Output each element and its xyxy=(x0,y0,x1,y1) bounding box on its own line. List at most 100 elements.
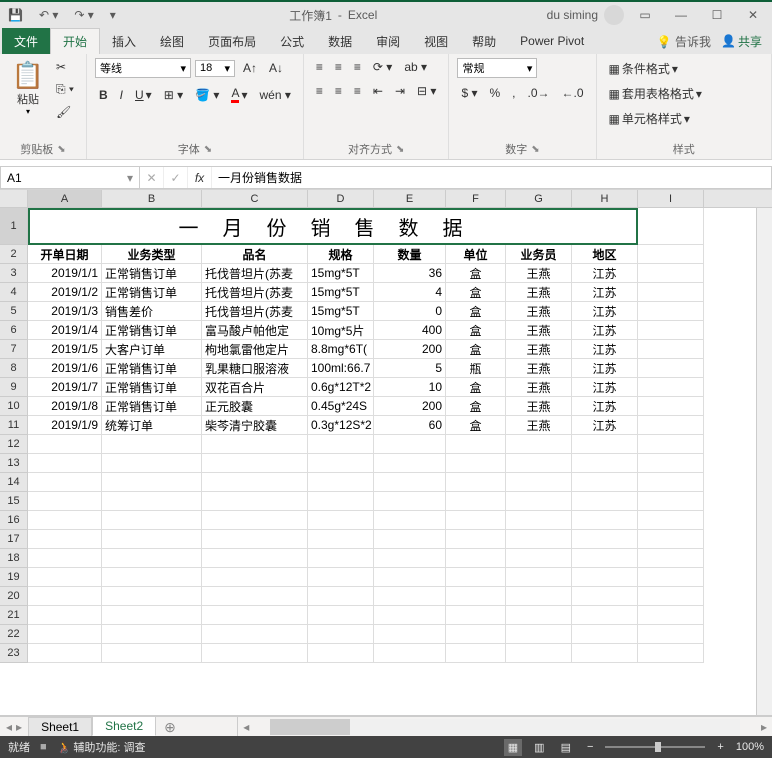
cell[interactable] xyxy=(308,511,374,530)
cell[interactable] xyxy=(506,473,572,492)
cell[interactable] xyxy=(638,378,704,397)
tab-data[interactable]: 数据 xyxy=(316,28,364,54)
number-launcher[interactable]: ⬊ xyxy=(531,144,539,155)
cell[interactable] xyxy=(572,473,638,492)
vertical-scrollbar[interactable] xyxy=(756,208,772,715)
column-header-E[interactable]: E xyxy=(374,190,446,207)
cell[interactable] xyxy=(202,492,308,511)
cell[interactable]: 江苏 xyxy=(572,378,638,397)
row-header-17[interactable]: 17 xyxy=(0,530,28,549)
zoom-level[interactable]: 100% xyxy=(736,741,764,753)
cell[interactable] xyxy=(308,492,374,511)
cell[interactable] xyxy=(202,435,308,454)
decrease-indent-button[interactable]: ⇤ xyxy=(369,82,387,100)
cell[interactable] xyxy=(308,549,374,568)
cell[interactable] xyxy=(102,568,202,587)
cell[interactable] xyxy=(102,492,202,511)
cell[interactable] xyxy=(202,587,308,606)
cell[interactable]: 2019/1/8 xyxy=(28,397,102,416)
name-box[interactable]: A1▾ xyxy=(0,166,140,189)
comma-button[interactable]: , xyxy=(508,84,519,102)
cell[interactable]: 枸地氯雷他定片 xyxy=(202,340,308,359)
increase-decimal-button[interactable]: .0→ xyxy=(524,84,554,102)
cell[interactable]: 托伐普坦片(苏麦 xyxy=(202,283,308,302)
accessibility-button[interactable]: 🧑‍🦽 辅助功能: 调查 xyxy=(57,739,146,755)
cell[interactable]: 2019/1/2 xyxy=(28,283,102,302)
tab-draw[interactable]: 绘图 xyxy=(148,28,196,54)
cell[interactable] xyxy=(506,454,572,473)
cell[interactable] xyxy=(446,435,506,454)
cell[interactable]: 柴芩清宁胶囊 xyxy=(202,416,308,435)
cell[interactable]: 正元胶囊 xyxy=(202,397,308,416)
close-button[interactable]: ✕ xyxy=(738,5,768,25)
cell[interactable] xyxy=(28,644,102,663)
cell[interactable]: 开单日期 xyxy=(28,245,102,264)
cell[interactable]: 15mg*5T xyxy=(308,283,374,302)
row-header-5[interactable]: 5 xyxy=(0,302,28,321)
clipboard-launcher[interactable]: ⬊ xyxy=(57,144,65,155)
cell[interactable]: 一月份销售数据 xyxy=(28,208,638,245)
horizontal-scrollbar[interactable]: ◂ ▸ xyxy=(237,717,772,736)
cut-button[interactable]: ✂ xyxy=(52,58,78,76)
minimize-button[interactable]: — xyxy=(666,5,696,25)
column-header-F[interactable]: F xyxy=(446,190,506,207)
cell[interactable]: 2019/1/6 xyxy=(28,359,102,378)
tab-file[interactable]: 文件 xyxy=(2,28,50,54)
user-avatar[interactable] xyxy=(604,5,624,25)
cell[interactable]: 正常销售订单 xyxy=(102,321,202,340)
undo-button[interactable]: ↶ ▾ xyxy=(35,6,62,24)
tab-review[interactable]: 审阅 xyxy=(364,28,412,54)
row-header-16[interactable]: 16 xyxy=(0,511,28,530)
decrease-font-button[interactable]: A↓ xyxy=(265,59,287,77)
cell[interactable]: 业务员 xyxy=(506,245,572,264)
cell[interactable]: 王燕 xyxy=(506,397,572,416)
cell[interactable] xyxy=(638,454,704,473)
ribbon-display-button[interactable]: ▭ xyxy=(630,5,660,25)
cell[interactable] xyxy=(638,530,704,549)
cell[interactable]: 江苏 xyxy=(572,302,638,321)
cell[interactable]: 数量 xyxy=(374,245,446,264)
cell[interactable]: 江苏 xyxy=(572,416,638,435)
cell[interactable] xyxy=(638,492,704,511)
cell[interactable] xyxy=(28,435,102,454)
cell[interactable] xyxy=(572,549,638,568)
cell[interactable]: 盒 xyxy=(446,264,506,283)
cell[interactable]: 托伐普坦片(苏麦 xyxy=(202,264,308,283)
tab-nav-prev[interactable]: ◂ xyxy=(6,720,12,734)
cell[interactable]: 盒 xyxy=(446,378,506,397)
cell[interactable] xyxy=(28,606,102,625)
cell[interactable]: 江苏 xyxy=(572,397,638,416)
cell[interactable]: 托伐普坦片(苏麦 xyxy=(202,302,308,321)
cell[interactable] xyxy=(202,625,308,644)
fx-button[interactable]: fx xyxy=(188,167,212,188)
row-header-19[interactable]: 19 xyxy=(0,568,28,587)
cell[interactable] xyxy=(506,492,572,511)
cell[interactable] xyxy=(638,340,704,359)
cell[interactable] xyxy=(102,473,202,492)
formula-input[interactable]: 一月份销售数据 xyxy=(212,166,772,189)
cell[interactable] xyxy=(572,454,638,473)
cell[interactable]: 单位 xyxy=(446,245,506,264)
orientation-button[interactable]: ⟳ ▾ xyxy=(369,58,396,76)
cell[interactable]: 江苏 xyxy=(572,359,638,378)
cell[interactable] xyxy=(374,587,446,606)
maximize-button[interactable]: ☐ xyxy=(702,5,732,25)
cell[interactable] xyxy=(638,568,704,587)
cell[interactable]: 0 xyxy=(374,302,446,321)
cell[interactable] xyxy=(202,530,308,549)
number-format-combo[interactable]: 常规▾ xyxy=(457,58,537,78)
cell[interactable] xyxy=(638,549,704,568)
cell[interactable] xyxy=(374,549,446,568)
cell[interactable]: 大客户订单 xyxy=(102,340,202,359)
row-header-10[interactable]: 10 xyxy=(0,397,28,416)
tab-insert[interactable]: 插入 xyxy=(100,28,148,54)
cell[interactable] xyxy=(28,511,102,530)
cell[interactable]: 2019/1/4 xyxy=(28,321,102,340)
align-left-button[interactable]: ≡ xyxy=(312,82,327,100)
cell[interactable]: 规格 xyxy=(308,245,374,264)
cell[interactable] xyxy=(572,492,638,511)
cell[interactable] xyxy=(308,530,374,549)
cell[interactable] xyxy=(572,530,638,549)
cell[interactable]: 富马酸卢帕他定 xyxy=(202,321,308,340)
row-header-18[interactable]: 18 xyxy=(0,549,28,568)
